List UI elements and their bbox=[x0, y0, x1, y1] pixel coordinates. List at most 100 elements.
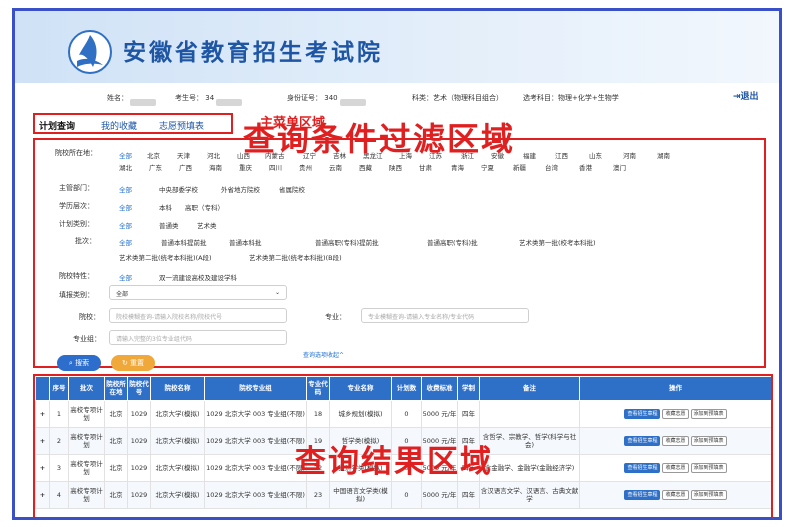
filter-option[interactable]: 贵州 bbox=[299, 162, 312, 172]
logout-button[interactable]: ⇥退出 bbox=[733, 89, 759, 102]
table-cell: 四年 bbox=[457, 481, 480, 509]
location-label: 院校所在地： bbox=[55, 149, 97, 157]
view-charter-button[interactable]: 查看招生章程 bbox=[624, 408, 661, 420]
tab-my-favorites[interactable]: 我的收藏 bbox=[101, 119, 137, 132]
major-group-input[interactable]: 请输入完整的3位专业组代码 bbox=[109, 330, 287, 345]
filter-option[interactable]: 普通本科批 bbox=[229, 237, 262, 247]
table-cell: 含汉语言文学、汉语言、古典文献学 bbox=[479, 481, 580, 509]
expand-row-icon[interactable]: + bbox=[35, 481, 50, 509]
filter-option[interactable]: 云南 bbox=[329, 162, 342, 172]
name-field: 姓名： bbox=[107, 93, 156, 106]
filter-option[interactable]: 艺术类第二批(统考本科批)(B段) bbox=[249, 252, 342, 262]
favorite-button[interactable]: 收藏志愿 bbox=[662, 408, 689, 420]
filter-option[interactable]: 甘肃 bbox=[419, 162, 432, 172]
filter-option[interactable]: 外省地方院校 bbox=[221, 184, 260, 194]
column-header: 院校所在地 bbox=[104, 376, 128, 401]
favorite-button[interactable]: 收藏志愿 bbox=[662, 489, 689, 501]
filter-option[interactable]: 台湾 bbox=[545, 162, 558, 172]
fill-type-select[interactable]: 全部 ⌄ bbox=[109, 285, 287, 300]
favorite-button[interactable]: 收藏志愿 bbox=[662, 435, 689, 447]
main-menu: 计划查询 我的收藏 志愿预填表 bbox=[33, 113, 233, 134]
expand-row-icon[interactable]: + bbox=[35, 454, 50, 482]
row-actions: 查看招生章程 收藏志愿 添加到预填表 bbox=[579, 454, 771, 482]
filter-option[interactable]: 普通本科提前批 bbox=[161, 237, 207, 247]
redacted-name bbox=[130, 99, 156, 106]
table-cell: 北京大学(模拟) bbox=[150, 427, 205, 455]
filter-option[interactable]: 艺术类第二批(统考本科批)(A段) bbox=[119, 252, 212, 262]
add-to-form-button[interactable]: 添加到预填表 bbox=[690, 435, 727, 447]
filter-option[interactable]: 陕西 bbox=[389, 162, 402, 172]
filter-option[interactable]: 天津 bbox=[177, 150, 190, 160]
expand-row-icon[interactable]: + bbox=[35, 400, 50, 428]
filter-option[interactable]: 普通类 bbox=[159, 220, 179, 230]
filter-option[interactable]: 河北 bbox=[207, 150, 220, 160]
school-input[interactable]: 院校模糊查询-请输入院校名称/院校代号 bbox=[109, 308, 287, 323]
column-header: 院校专业组 bbox=[204, 376, 307, 401]
filter-option[interactable]: 山东 bbox=[589, 150, 602, 160]
filter-option[interactable]: 全部 bbox=[119, 220, 132, 230]
view-charter-button[interactable]: 查看招生章程 bbox=[624, 435, 661, 447]
row-actions: 查看招生章程 收藏志愿 添加到预填表 bbox=[579, 400, 771, 428]
table-cell bbox=[479, 400, 580, 428]
favorite-button[interactable]: 收藏志愿 bbox=[662, 462, 689, 474]
filter-option[interactable]: 全部 bbox=[119, 184, 132, 194]
view-charter-button[interactable]: 查看招生章程 bbox=[624, 462, 661, 474]
row-action-buttons: 查看招生章程 收藏志愿 添加到预填表 bbox=[581, 462, 771, 474]
search-button[interactable]: ⌕ 搜索 bbox=[57, 355, 101, 371]
column-header: 院校代号 bbox=[127, 376, 151, 401]
add-to-form-button[interactable]: 添加到预填表 bbox=[690, 489, 727, 501]
expand-row-icon[interactable]: + bbox=[35, 427, 50, 455]
dept-label: 主管部门： bbox=[59, 184, 94, 192]
school-label: 院校： bbox=[79, 313, 100, 321]
filter-option[interactable]: 河南 bbox=[623, 150, 636, 160]
filter-option[interactable]: 福建 bbox=[523, 150, 536, 160]
filter-option[interactable]: 重庆 bbox=[239, 162, 252, 172]
add-to-form-button[interactable]: 添加到预填表 bbox=[690, 408, 727, 420]
view-charter-button[interactable]: 查看招生章程 bbox=[624, 489, 661, 501]
filter-option[interactable]: 全部 bbox=[119, 150, 132, 160]
exam-authority-logo bbox=[68, 30, 112, 74]
filter-option[interactable]: 省属院校 bbox=[279, 184, 305, 194]
filter-option[interactable]: 本科 bbox=[159, 202, 172, 212]
collapse-options-link[interactable]: 查询选项收起^ bbox=[303, 350, 344, 359]
filter-option[interactable]: 四川 bbox=[269, 162, 282, 172]
filter-option[interactable]: 北京 bbox=[147, 150, 160, 160]
filter-option[interactable]: 中央部委学校 bbox=[159, 184, 198, 194]
chevron-down-icon: ⌄ bbox=[274, 289, 280, 296]
filter-option[interactable]: 青海 bbox=[451, 162, 464, 172]
subject-field: 科类：艺术（物理科目组合） bbox=[412, 94, 503, 102]
table-cell: 高校专项计划 bbox=[68, 400, 105, 428]
id-number-field: 身份证号： 340 bbox=[287, 93, 366, 106]
column-header: 备注 bbox=[479, 376, 580, 401]
add-to-form-button[interactable]: 添加到预填表 bbox=[690, 462, 727, 474]
filter-option[interactable]: 高职（专科） bbox=[185, 202, 224, 212]
elective-field: 选考科目：物理+化学+生物学 bbox=[523, 94, 619, 102]
filter-option[interactable]: 香港 bbox=[579, 162, 592, 172]
filter-option[interactable]: 全部 bbox=[119, 272, 132, 282]
reset-button[interactable]: ↻ 重置 bbox=[111, 355, 155, 371]
filter-option[interactable]: 海南 bbox=[209, 162, 222, 172]
filter-option[interactable]: 湖南 bbox=[657, 150, 670, 160]
row-actions: 查看招生章程 收藏志愿 添加到预填表 bbox=[579, 481, 771, 509]
filter-option[interactable]: 新疆 bbox=[513, 162, 526, 172]
filter-option[interactable]: 全部 bbox=[119, 237, 132, 247]
tab-plan-query[interactable]: 计划查询 bbox=[39, 119, 75, 132]
filter-option[interactable]: 宁夏 bbox=[481, 162, 494, 172]
filter-option[interactable]: 广西 bbox=[179, 162, 192, 172]
filter-option[interactable]: 广东 bbox=[149, 162, 162, 172]
filter-option[interactable]: 艺术类第一批(校考本科批) bbox=[519, 237, 596, 247]
filter-option[interactable]: 江西 bbox=[555, 150, 568, 160]
tab-preference-form[interactable]: 志愿预填表 bbox=[159, 119, 204, 132]
table-cell: 0 bbox=[391, 481, 422, 509]
major-input[interactable]: 专业模糊查询-请输入专业名称/专业代码 bbox=[361, 308, 529, 323]
filter-option[interactable]: 全部 bbox=[119, 202, 132, 212]
filter-option[interactable]: 澳门 bbox=[613, 162, 626, 172]
results-header-row: 序号 批次 院校所在地 院校代号 院校名称 院校专业组 专业代码 专业名称 计划数 收费标准 学制备… bbox=[35, 376, 771, 401]
table-cell: 1029 北京大学 003 专业组(不限) bbox=[204, 427, 307, 455]
filter-option[interactable]: 西藏 bbox=[359, 162, 372, 172]
filter-option[interactable]: 艺术类 bbox=[197, 220, 217, 230]
filter-option[interactable]: 湖北 bbox=[119, 162, 132, 172]
filter-option[interactable]: 普通高职(专科)批 bbox=[427, 237, 478, 247]
filter-option[interactable]: 普通高职(专科)提前批 bbox=[315, 237, 379, 247]
filter-option[interactable]: 双一流建设高校及建设学科 bbox=[159, 272, 237, 282]
